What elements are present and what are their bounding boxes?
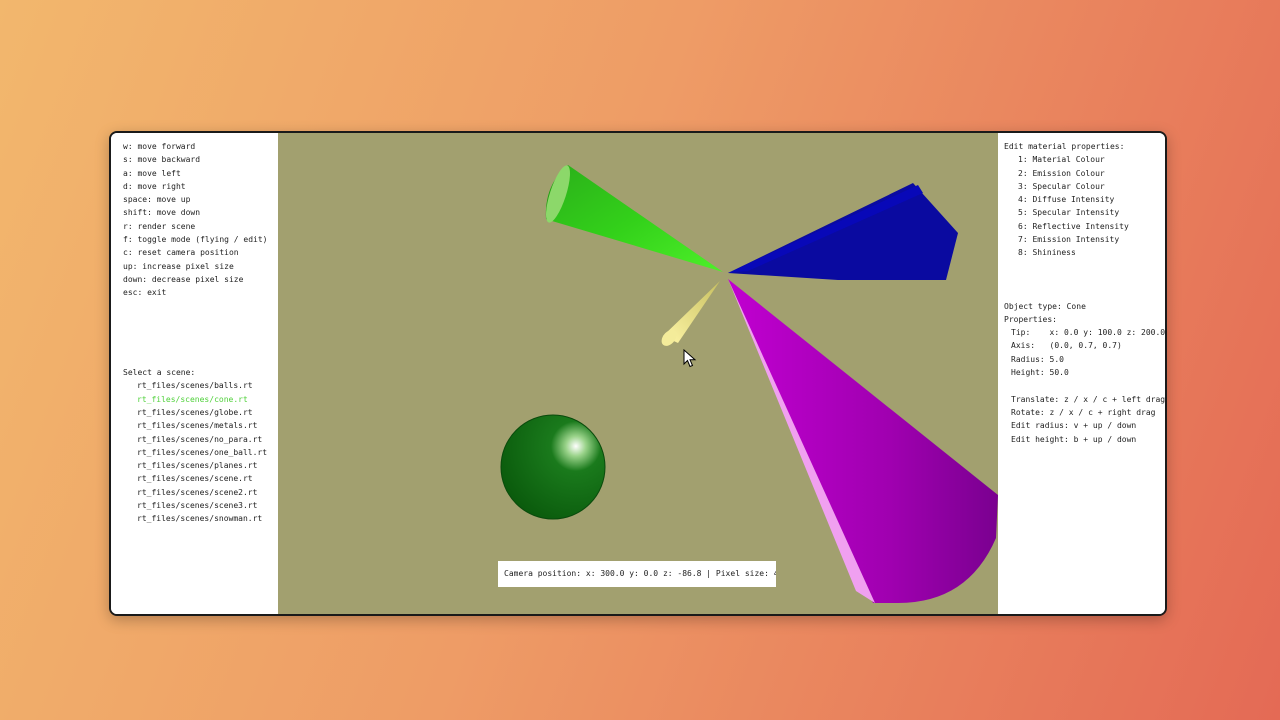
material-option[interactable]: 4: Diffuse Intensity bbox=[1004, 193, 1165, 206]
scene-item-metals[interactable]: rt_files/scenes/metals.rt bbox=[123, 419, 278, 432]
control-hint: esc: exit bbox=[123, 288, 167, 298]
scene-selector: Select a scene: rt_files/scenes/balls.rt… bbox=[123, 366, 278, 526]
control-hint: r: render scene bbox=[123, 221, 196, 231]
property-height: Height: 50.0 bbox=[1011, 368, 1069, 378]
scene-item-planes[interactable]: rt_files/scenes/planes.rt bbox=[123, 459, 278, 472]
object-type: Object type: Cone bbox=[1004, 301, 1086, 311]
control-hint: c: reset camera position bbox=[123, 248, 239, 258]
camera-status-bar: Camera position: x: 300.0 y: 0.0 z: -86.… bbox=[498, 561, 776, 587]
control-hint: d: move right bbox=[123, 181, 186, 191]
scene-item-cone[interactable]: rt_files/scenes/cone.rt bbox=[123, 393, 278, 406]
scene-item-snowman[interactable]: rt_files/scenes/snowman.rt bbox=[123, 512, 278, 525]
control-hint: down: decrease pixel size bbox=[123, 274, 244, 284]
edit-hint-radius: Edit radius: v + up / down bbox=[1011, 421, 1137, 431]
edit-hint-rotate: Rotate: z / x / c + right drag bbox=[1011, 407, 1156, 417]
material-option[interactable]: 1: Material Colour bbox=[1004, 153, 1165, 166]
control-hint: space: move up bbox=[123, 195, 191, 205]
control-hint: w: move forward bbox=[123, 142, 196, 151]
control-hint: f: toggle mode (flying / edit) bbox=[123, 235, 268, 245]
scene-item-scene3[interactable]: rt_files/scenes/scene3.rt bbox=[123, 499, 278, 512]
material-option[interactable]: 6: Reflective Intensity bbox=[1004, 220, 1165, 233]
rendered-scene bbox=[500, 163, 998, 603]
scene-item-globe[interactable]: rt_files/scenes/globe.rt bbox=[123, 406, 278, 419]
blue-cone[interactable] bbox=[728, 183, 958, 280]
scene-item-scene2[interactable]: rt_files/scenes/scene2.rt bbox=[123, 486, 278, 499]
render-viewport[interactable]: Camera position: x: 300.0 y: 0.0 z: -86.… bbox=[278, 133, 998, 614]
scene-select-heading: Select a scene: bbox=[123, 368, 196, 378]
scene-item-one-ball[interactable]: rt_files/scenes/one_ball.rt bbox=[123, 446, 278, 459]
left-panel: w: move forward s: move backward a: move… bbox=[111, 133, 278, 614]
property-tip: Tip: x: 0.0 y: 100.0 z: 200.0 bbox=[1011, 328, 1165, 338]
control-hint: shift: move down bbox=[123, 208, 201, 218]
material-option[interactable]: 5: Specular Intensity bbox=[1004, 206, 1165, 219]
right-panel: Edit material properties: 1: Material Co… bbox=[998, 133, 1165, 614]
material-properties: Edit material properties: 1: Material Co… bbox=[1004, 140, 1165, 260]
material-option[interactable]: 2: Emission Colour bbox=[1004, 167, 1165, 180]
scene-item-balls[interactable]: rt_files/scenes/balls.rt bbox=[123, 379, 278, 392]
control-hint: up: increase pixel size bbox=[123, 261, 234, 271]
green-sphere[interactable] bbox=[500, 414, 606, 520]
properties-heading: Properties: bbox=[1004, 314, 1057, 324]
edit-hint-translate: Translate: z / x / c + left drag bbox=[1011, 394, 1165, 404]
property-radius: Radius: 5.0 bbox=[1011, 354, 1064, 364]
object-info: Object type: Cone Properties: Tip: x: 0.… bbox=[1004, 300, 1165, 446]
material-option[interactable]: 3: Specular Colour bbox=[1004, 180, 1165, 193]
control-hint: a: move left bbox=[123, 168, 181, 178]
scene-item-no-para[interactable]: rt_files/scenes/no_para.rt bbox=[123, 433, 278, 446]
magenta-cone[interactable] bbox=[728, 279, 998, 603]
material-heading: Edit material properties: bbox=[1004, 142, 1125, 151]
control-hint: s: move backward bbox=[123, 155, 201, 165]
material-option[interactable]: 7: Emission Intensity bbox=[1004, 233, 1165, 246]
edit-hint-height: Edit height: b + up / down bbox=[1011, 434, 1137, 444]
app-window: w: move forward s: move backward a: move… bbox=[109, 131, 1167, 616]
yellow-cone[interactable] bbox=[659, 281, 720, 349]
scene-item-scene[interactable]: rt_files/scenes/scene.rt bbox=[123, 472, 278, 485]
controls-list: w: move forward s: move backward a: move… bbox=[123, 140, 278, 300]
mouse-cursor-icon bbox=[683, 349, 697, 368]
property-axis: Axis: (0.0, 0.7, 0.7) bbox=[1011, 341, 1122, 351]
green-cone[interactable] bbox=[541, 163, 723, 272]
material-option[interactable]: 8: Shininess bbox=[1004, 246, 1165, 259]
